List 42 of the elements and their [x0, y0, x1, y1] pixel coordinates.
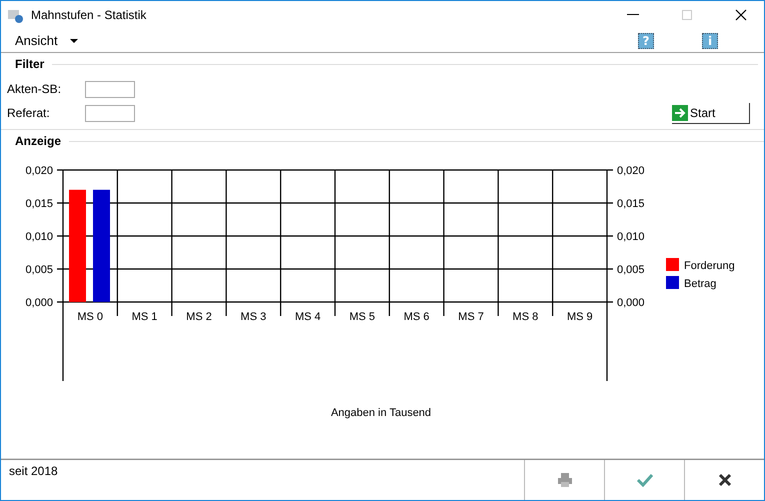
- close-icon: [718, 473, 732, 487]
- category-label: MS 8: [512, 311, 538, 323]
- axis-label: 0,010: [617, 231, 645, 243]
- axis-label: 0,015: [25, 198, 53, 210]
- close-icon[interactable]: [735, 9, 747, 21]
- axis-label: 0,010: [25, 231, 53, 243]
- axis-label: 0,000: [25, 297, 53, 309]
- field-label: Referat:: [7, 106, 51, 120]
- category-label: MS 3: [240, 311, 266, 323]
- axis-label: 0,015: [617, 198, 645, 210]
- category-label: MS 6: [404, 311, 430, 323]
- legend-label: Betrag: [684, 278, 716, 290]
- start-button[interactable]: Start: [672, 102, 750, 124]
- axis-label: 0,020: [617, 165, 645, 177]
- field-label: Akten-SB:: [7, 82, 62, 96]
- category-label: MS 7: [458, 311, 484, 323]
- status-text: seit 2018: [8, 463, 59, 480]
- section-title: Anzeige: [14, 134, 62, 148]
- minimize-icon[interactable]: [627, 14, 639, 16]
- category-label: MS 2: [186, 311, 212, 323]
- axis-label: 0,005: [25, 264, 53, 276]
- maximize-icon[interactable]: [682, 10, 692, 20]
- category-label: MS 5: [349, 311, 376, 323]
- input-field[interactable]: [85, 80, 135, 98]
- axis-label: 0,020: [25, 165, 53, 177]
- view-menu[interactable]: Ansicht: [15, 33, 78, 48]
- printer-icon: [556, 472, 572, 488]
- category-label: MS 1: [132, 311, 158, 323]
- chart-note: Angaben in Tausend: [330, 407, 432, 419]
- window-title: Mahnstufen - Statistik: [31, 8, 148, 22]
- section-title: Filter: [14, 57, 46, 71]
- caret-icon: [70, 38, 78, 42]
- axis-label: 0,000: [617, 297, 645, 309]
- category-label: MS 4: [294, 311, 321, 323]
- arrow-icon: [672, 104, 688, 120]
- check-icon: [636, 473, 654, 487]
- category-label: MS 0: [77, 311, 104, 323]
- category-label: MS 9: [566, 311, 593, 323]
- input-field[interactable]: [85, 104, 135, 122]
- app-icon: [7, 7, 23, 23]
- axis-label: 0,005: [617, 264, 645, 276]
- legend-label: Forderung: [684, 260, 735, 272]
